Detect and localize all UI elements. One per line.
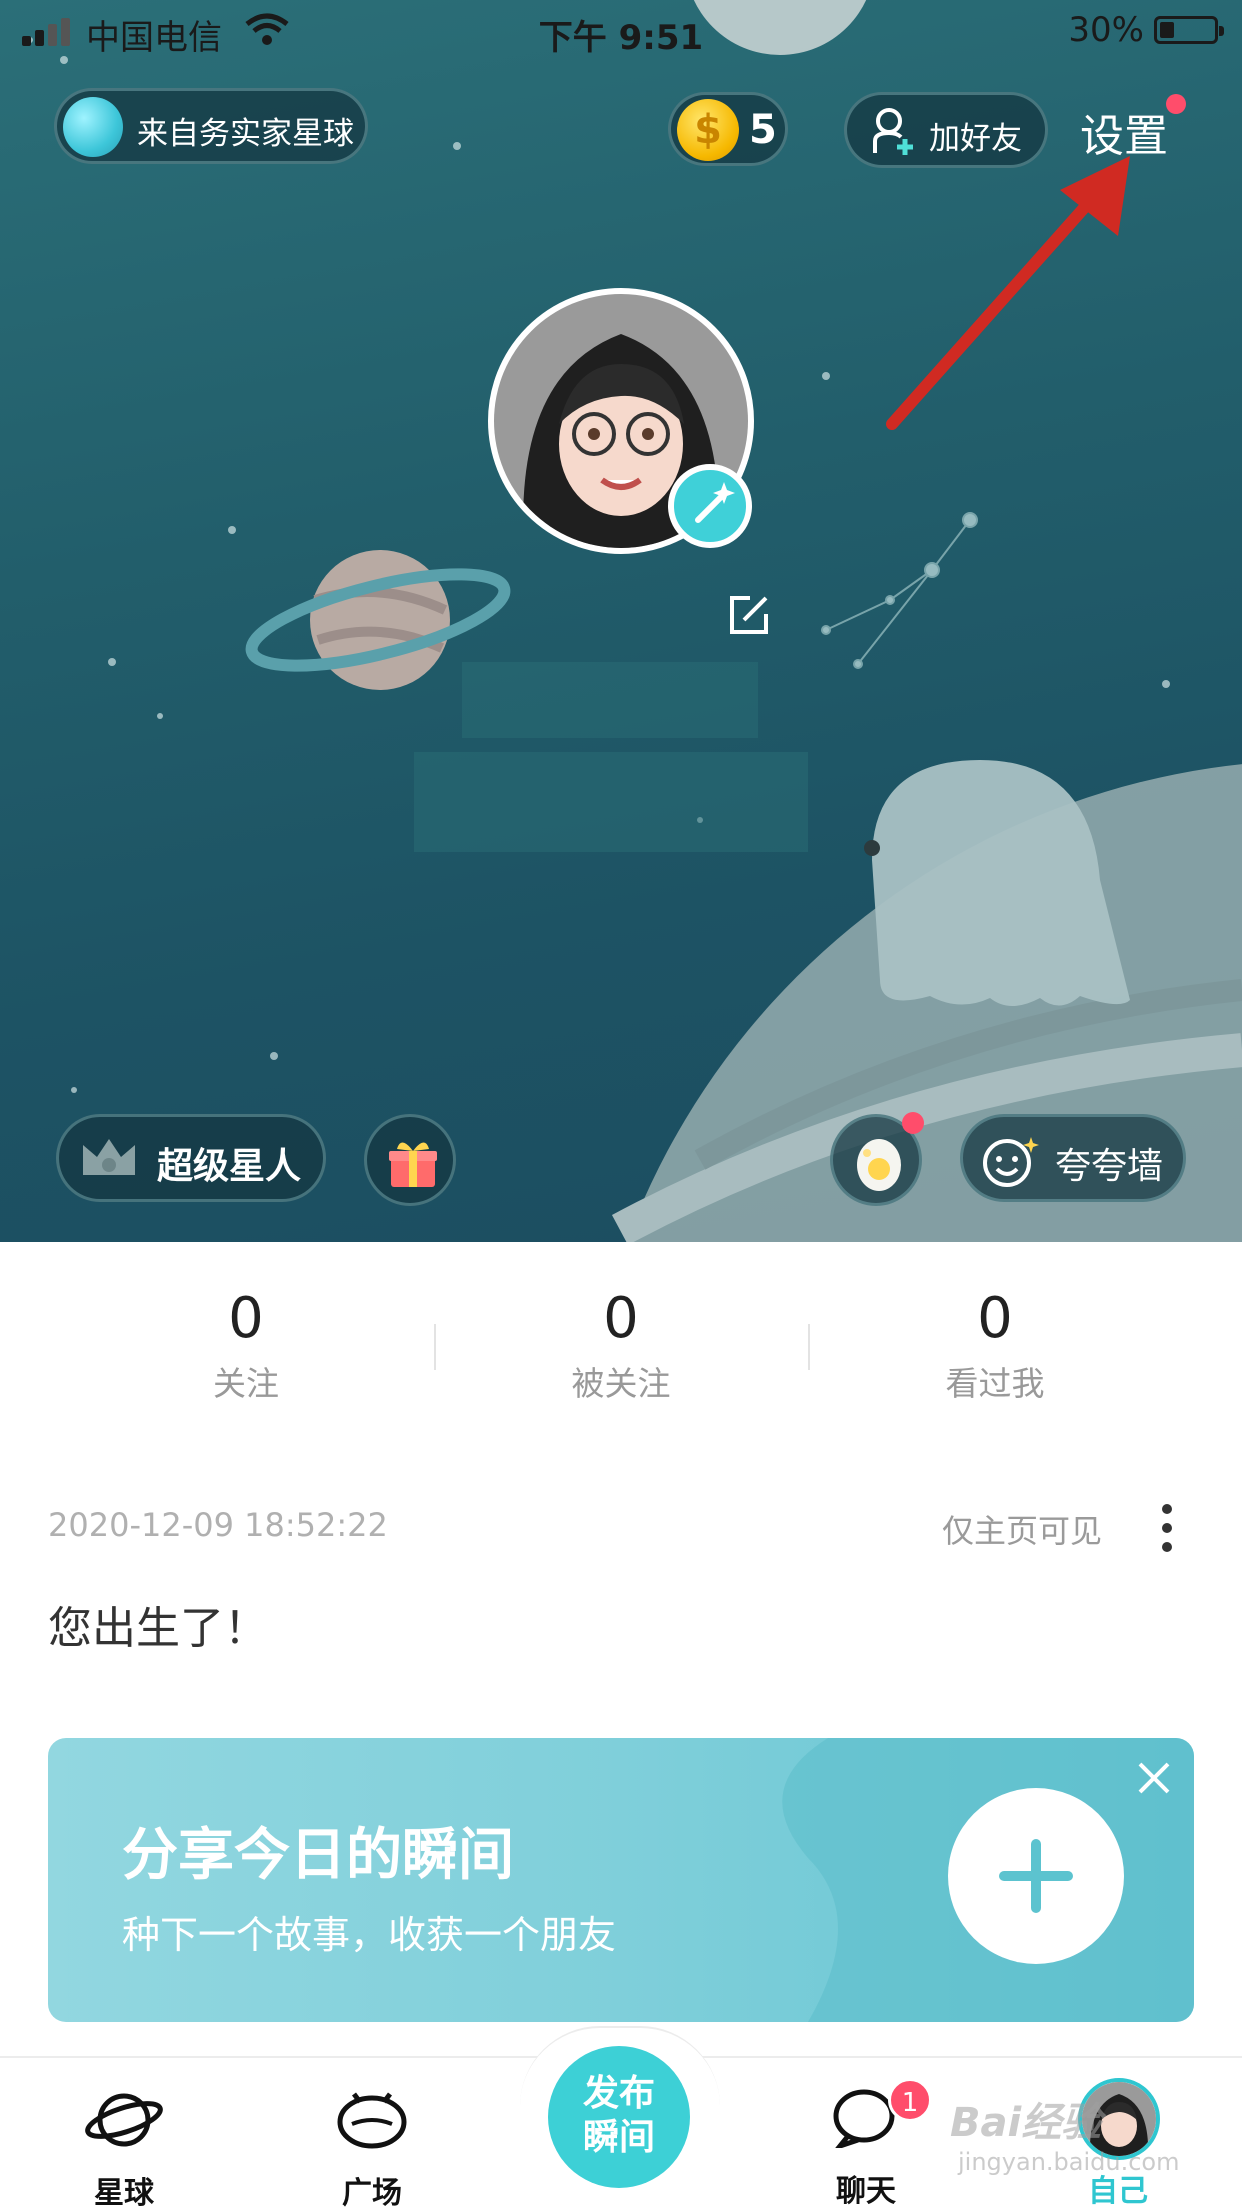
visitors-count: 0 [977,1286,1013,1351]
add-friend-button[interactable]: 加好友 [844,92,1048,168]
add-user-icon [873,108,913,155]
tab-plaza[interactable]: 广场 [272,2058,472,2208]
tab-planet-label: 星球 [94,2176,154,2208]
share-add-button[interactable] [948,1788,1124,1964]
stat-visitors[interactable]: 0 看过我 [845,1286,1145,1405]
publish-moment-button[interactable]: 发布 瞬间 [548,2046,690,2188]
add-friend-label: 加好友 [929,121,1022,157]
avatar-magic-badge[interactable] [668,464,752,548]
battery-icon [1154,16,1224,44]
settings-button[interactable]: 设置 [1080,100,1168,164]
gift-icon [389,1142,437,1187]
space-background [27,0,1242,1242]
planet-tab-icon [85,2093,163,2147]
tab-chat[interactable]: 聊天 [766,2056,966,2208]
battery-percent: 30% [1068,10,1144,50]
super-star-button[interactable]: 超级星人 [56,1114,326,1202]
post-content: 您出生了！ [48,1603,268,1654]
crown-icon [83,1139,135,1175]
egg-icon [857,1139,901,1191]
egg-notification-dot [902,1112,924,1134]
clock: 下午 9:51 [538,18,704,58]
tab-plaza-label: 广场 [342,2176,402,2208]
post-timestamp: 2020-12-09 18:52:22 [48,1506,388,1544]
origin-planet-button[interactable]: 来自务实家星球 [54,88,368,164]
stat-divider [434,1324,436,1370]
share-card-subtitle: 种下一个故事，收获一个朋友 [122,1913,617,1957]
stat-divider [808,1324,810,1370]
coin-count: 5 [749,107,777,153]
share-card-title: 分享今日的瞬间 [122,1823,514,1888]
stat-followers[interactable]: 0 被关注 [471,1286,771,1405]
origin-planet-label: 来自务实家星球 [137,116,354,152]
coin-balance-button[interactable]: $ 5 [668,92,788,166]
smile-icon [983,1137,1039,1187]
status-bar: 中国电信 下午 9:51 30% [0,0,1242,62]
followers-count: 0 [603,1286,639,1351]
followers-label: 被关注 [571,1364,671,1403]
coin-icon: $ [677,99,739,161]
visitors-label: 看过我 [945,1364,1045,1403]
edit-icon[interactable] [726,592,772,638]
follow-stats: 0 关注 0 被关注 0 看过我 [0,1242,1242,1422]
stat-following[interactable]: 0 关注 [96,1286,396,1405]
plus-icon [999,1839,1073,1913]
following-count: 0 [228,1286,264,1351]
baidu-watermark: Bai经验 jingyan.baidu.com [950,2100,1180,2176]
tab-planet[interactable]: 星球 [24,2058,224,2208]
close-icon[interactable] [1134,1758,1174,1798]
praise-wall-label: 夸夸墙 [1055,1146,1164,1187]
super-star-label: 超级星人 [157,1146,302,1187]
profile-hero: 中国电信 下午 9:51 30% 来自务实家星球 $ 5 加好友 设置 超级星人… [0,0,1242,1242]
settings-notification-dot [1166,94,1186,114]
magic-wand-icon [695,482,735,523]
publish-label-line1: 发布 [582,2073,655,2114]
publish-label-line2: 瞬间 [582,2117,655,2158]
annotation-arrow [886,156,1130,430]
post-visibility: 仅主页可见 [942,1512,1103,1550]
chat-unread-badge: 1 [888,2078,932,2122]
planet-icon [63,97,123,157]
following-label: 关注 [213,1364,279,1403]
tab-chat-label: 聊天 [836,2174,896,2208]
gift-button[interactable] [364,1114,456,1206]
more-options-icon[interactable] [1160,1502,1174,1554]
praise-wall-button[interactable]: 夸夸墙 [960,1114,1186,1202]
plaza-tab-icon [337,2092,407,2149]
share-moment-card[interactable]: 分享今日的瞬间 种下一个故事，收获一个朋友 [48,1738,1194,2022]
